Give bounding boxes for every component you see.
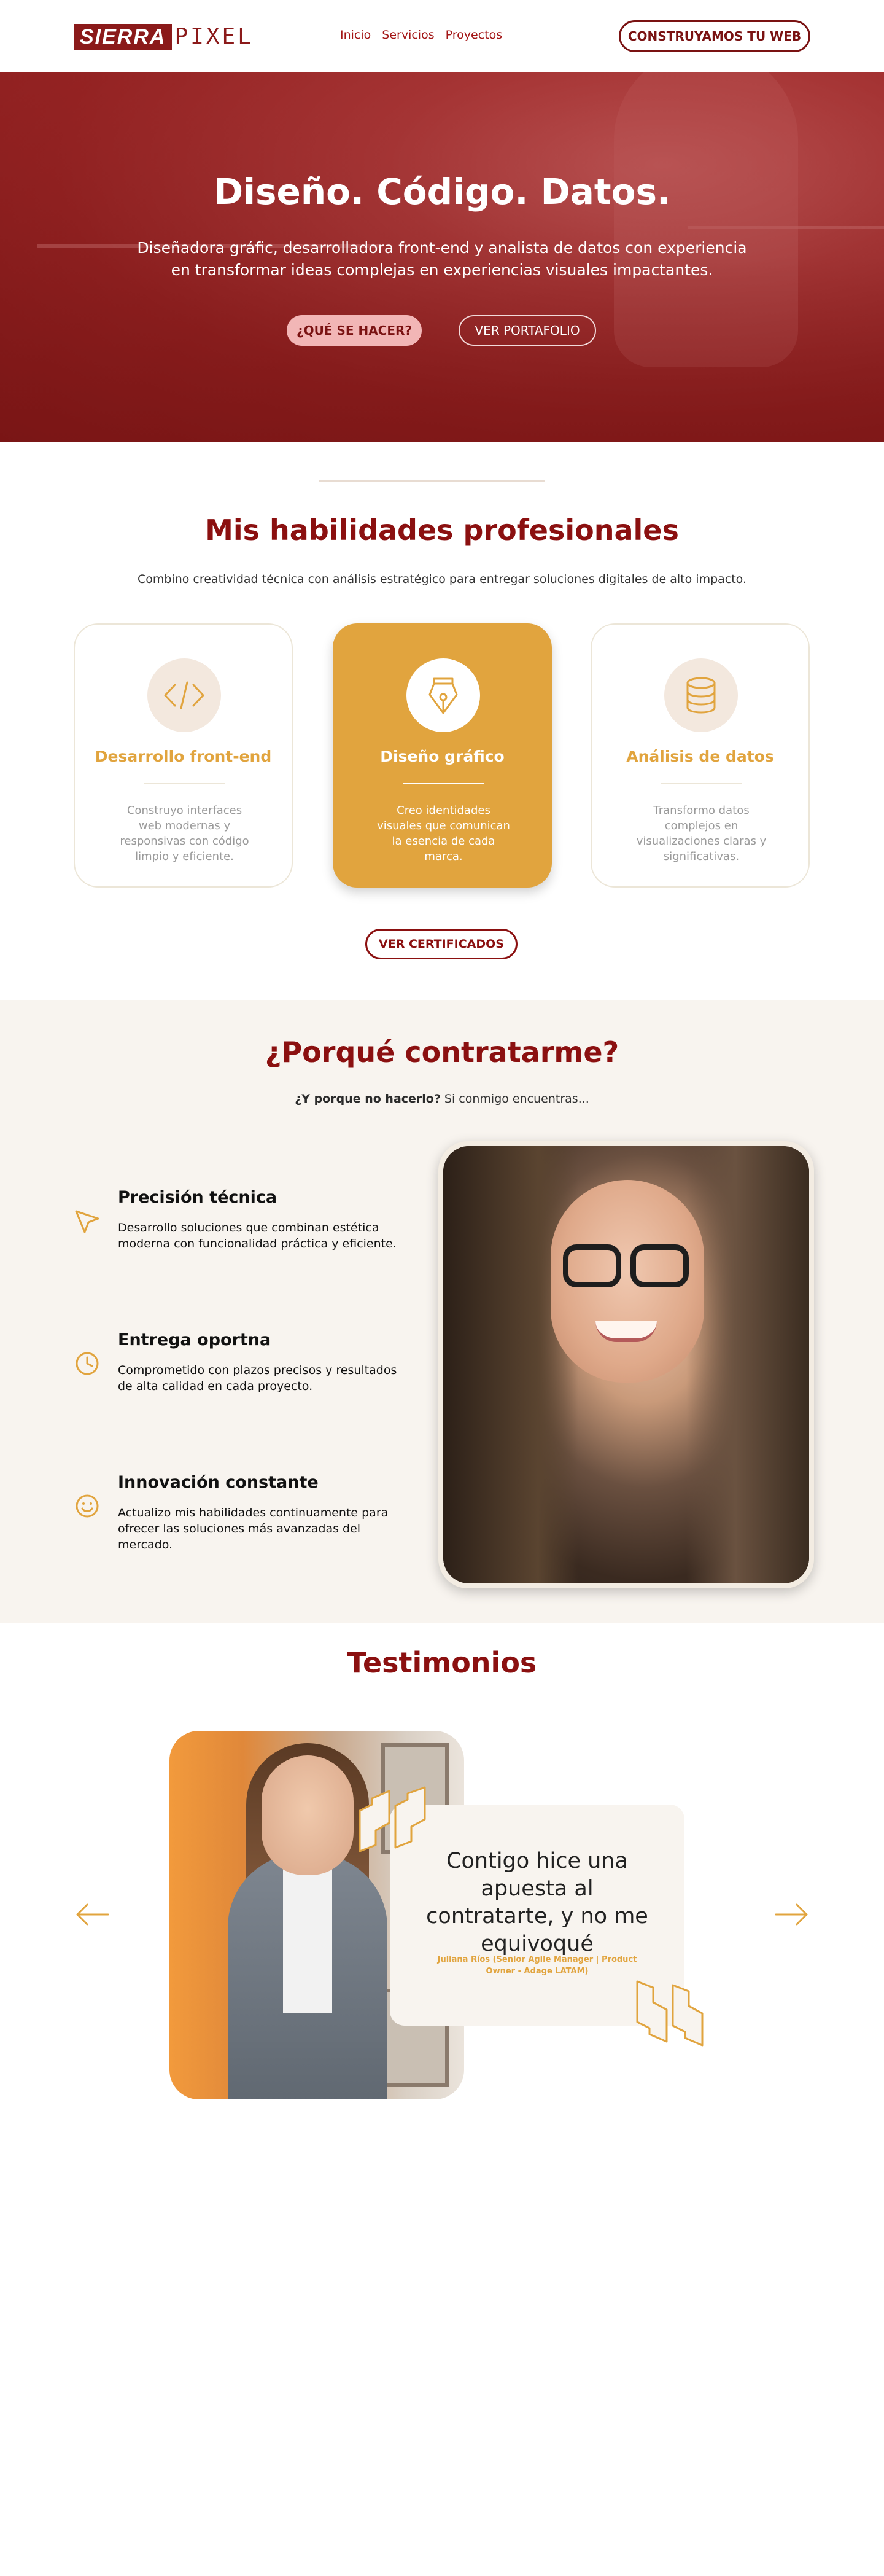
portrait-glasses xyxy=(563,1244,621,1287)
quote-close-icon xyxy=(632,1979,712,2047)
feature-item: Precisión técnica Desarrollo soluciones … xyxy=(74,1188,417,1262)
skill-card-data[interactable]: Análisis de datos Transformo datos compl… xyxy=(591,623,810,888)
quote-open-icon xyxy=(355,1786,435,1854)
why-subtitle-rest: Si conmigo encuentras... xyxy=(440,1092,589,1106)
skill-card-design[interactable]: Diseño gráfico Creo identidades visuales… xyxy=(333,623,552,888)
database-icon xyxy=(664,658,738,732)
portrait-glasses xyxy=(630,1244,689,1287)
pen-nib-icon xyxy=(406,658,480,732)
portrait-hair xyxy=(443,1146,578,1583)
feature-item: Entrega oportna Comprometido con plazos … xyxy=(74,1330,417,1404)
skills-subtitle: Combino creatividad técnica con análisis… xyxy=(137,572,747,586)
certificates-button[interactable]: VER CERTIFICADOS xyxy=(365,929,518,959)
feature-description: Actualizo mis habilidades continuamente … xyxy=(118,1506,389,1551)
site-header: SIERRA PIXEL Inicio Servicios Proyectos … xyxy=(0,0,884,72)
hero-title: Diseño. Código. Datos. xyxy=(213,171,671,213)
skill-card-title: Desarrollo front-end xyxy=(95,747,272,765)
feature-title: Innovación constante xyxy=(118,1473,319,1492)
section-divider xyxy=(319,480,545,482)
why-subtitle: ¿Y porque no hacerlo? Si conmigo encuent… xyxy=(0,1092,884,1106)
skills-title: Mis habilidades profesionales xyxy=(205,513,679,547)
nav-link-proyectos[interactable]: Proyectos xyxy=(446,28,503,42)
testimonial-quote: Contigo hice una apuesta al contratarte,… xyxy=(426,1849,648,1956)
main-nav: Inicio Servicios Proyectos xyxy=(340,28,502,42)
hero-section: Diseño. Código. Datos. Diseñadora gráfic… xyxy=(0,72,884,442)
skill-card-divider xyxy=(403,783,484,784)
arrow-right-icon[interactable] xyxy=(774,1901,810,1928)
skill-card-description: Creo identidades visuales que comunican … xyxy=(377,804,510,863)
photo-face xyxy=(262,1755,354,1875)
skill-card-frontend[interactable]: Desarrollo front-end Construyo interface… xyxy=(74,623,293,888)
feature-title: Entrega oportna xyxy=(118,1330,271,1349)
build-web-button[interactable]: CONSTRUYAMOS TU WEB xyxy=(619,20,810,52)
smiley-icon xyxy=(74,1493,101,1520)
feature-item: Innovación constante Actualizo mis habil… xyxy=(74,1473,417,1559)
arrow-left-icon[interactable] xyxy=(74,1901,110,1928)
nav-link-servicios[interactable]: Servicios xyxy=(382,28,434,42)
skill-card-divider xyxy=(661,783,742,784)
why-subtitle-bold: ¿Y porque no hacerlo? xyxy=(295,1092,441,1106)
skill-card-title: Diseño gráfico xyxy=(380,747,505,765)
nav-link-inicio[interactable]: Inicio xyxy=(340,28,371,42)
testimonial-author: Juliana Ríos (Senior Agile Manager | Pro… xyxy=(437,1955,637,1976)
logo-box-text: SIERRA xyxy=(74,24,173,50)
portrait-hair xyxy=(686,1146,809,1583)
logo-text: PIXEL xyxy=(174,24,254,49)
code-icon xyxy=(147,658,221,732)
what-i-do-button[interactable]: ¿QUÉ SE HACER? xyxy=(287,315,422,346)
feature-description: Comprometido con plazos precisos y resul… xyxy=(118,1364,397,1393)
feature-title: Precisión técnica xyxy=(118,1188,277,1207)
skill-card-description: Transformo datos complejos en visualizac… xyxy=(636,804,767,863)
skill-card-description: Construyo interfaces web modernas y resp… xyxy=(120,804,249,863)
testimonials-title: Testimonios xyxy=(347,1646,537,1679)
clock-icon xyxy=(74,1350,101,1377)
hero-subtitle: Diseñadora gráfic, desarrolladora front-… xyxy=(137,239,747,279)
skill-card-title: Análisis de datos xyxy=(626,747,774,765)
page: SIERRA PIXEL Inicio Servicios Proyectos … xyxy=(0,0,884,2576)
skill-card-divider xyxy=(144,783,225,784)
portfolio-button[interactable]: VER PORTAFOLIO xyxy=(459,315,596,346)
why-hire-section: ¿Porqué contratarme? ¿Y porque no hacerl… xyxy=(0,1000,884,1623)
feature-description: Desarrollo soluciones que combinan estét… xyxy=(118,1221,397,1251)
portrait-photo xyxy=(443,1146,809,1583)
why-title: ¿Porqué contratarme? xyxy=(265,1036,619,1069)
portrait-frame xyxy=(438,1141,814,1588)
logo[interactable]: SIERRA PIXEL xyxy=(74,23,254,50)
photo-shirt xyxy=(283,1866,332,2013)
cursor-arrow-icon xyxy=(74,1208,101,1235)
